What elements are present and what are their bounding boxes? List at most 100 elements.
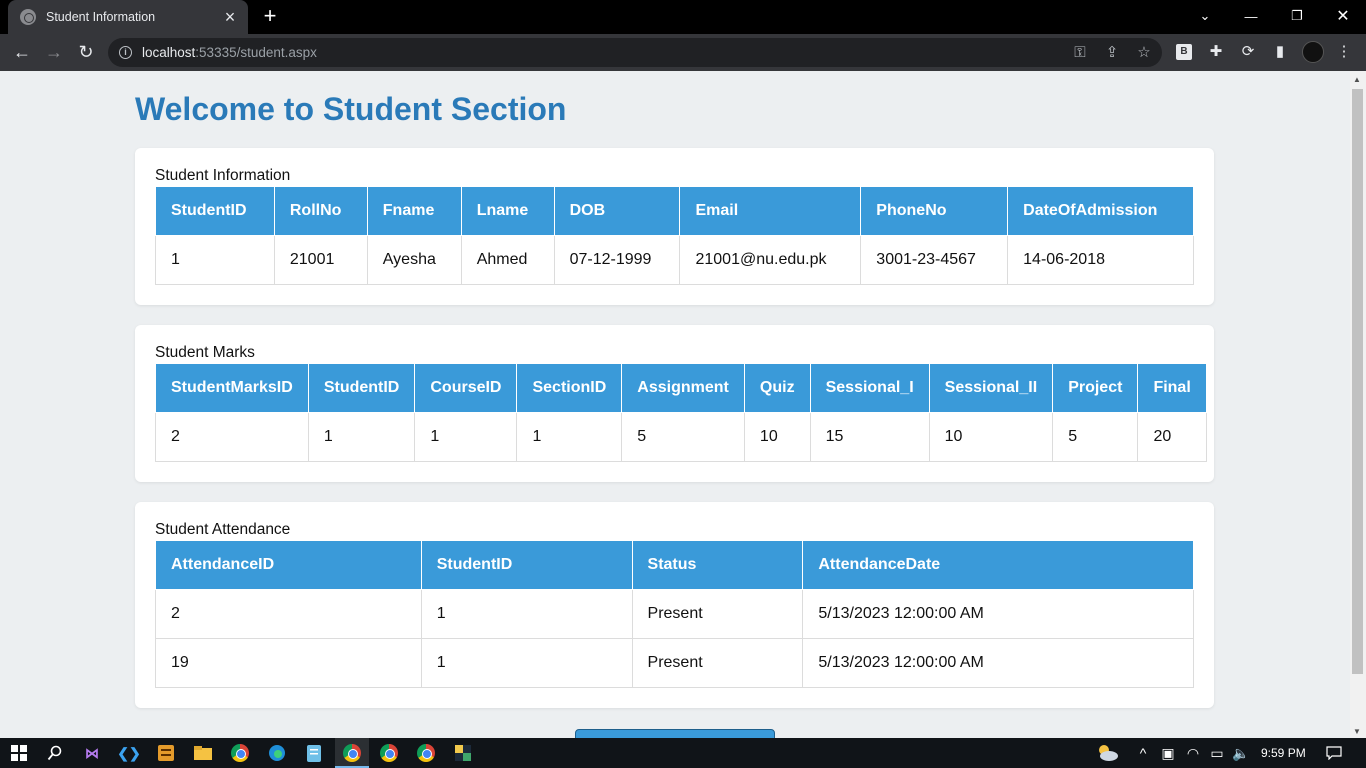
globe-icon [20,9,36,25]
column-header: AttendanceID [155,540,422,590]
table-cell: 5/13/2023 12:00:00 AM [802,638,1194,688]
visual-studio-icon[interactable]: ⋈ [82,743,102,763]
table-cell: 10 [743,412,811,462]
table-cell: 1 [155,235,275,285]
scrollbar-thumb[interactable] [1352,89,1363,674]
volume-icon[interactable]: 🔈 [1231,743,1251,763]
chrome-active-icon[interactable] [342,743,362,763]
side-panel-icon[interactable]: ▮ [1270,42,1290,62]
table-row: 19 1 Present 5/13/2023 12:00:00 AM [155,638,1194,688]
table-header-row: StudentMarksID StudentID CourseID Sectio… [155,363,1207,413]
table-cell: Ayesha [366,235,462,285]
battery-icon[interactable]: ▭ [1207,743,1227,763]
python-app-icon[interactable] [453,743,473,763]
table-cell: 21001@nu.edu.pk [679,235,862,285]
column-header: RollNo [273,186,368,236]
column-header: Final [1137,363,1207,413]
key-icon[interactable]: ⚿ [1070,43,1090,63]
table-cell: Present [631,589,804,639]
windows-start-icon[interactable] [9,743,29,763]
share-icon[interactable]: ⇪ [1102,43,1122,63]
close-window-button[interactable]: ✕ [1320,0,1366,32]
table-cell: 10 [928,412,1054,462]
table-cell: 14-06-2018 [1007,235,1194,285]
column-header: StudentID [155,186,275,236]
file-explorer-icon[interactable] [193,743,213,763]
column-header: StudentID [420,540,633,590]
column-header: Assignment [621,363,745,413]
student-marks-table: StudentMarksID StudentID CourseID Sectio… [155,363,1207,462]
scroll-down-icon[interactable]: ▼ [1353,727,1361,736]
table-cell: 5 [621,412,745,462]
site-info-icon[interactable]: i [119,46,132,59]
forward-icon[interactable]: → [43,42,65,64]
table-cell: 3001-23-4567 [860,235,1009,285]
student-marks-caption: Student Marks [155,344,255,361]
profile-avatar[interactable] [1302,41,1324,63]
minimize-button[interactable]: — [1228,0,1274,32]
student-attendance-caption: Student Attendance [155,521,291,538]
column-header: Status [631,540,804,590]
new-tab-button[interactable]: + [258,5,282,27]
table-header-row: StudentID RollNo Fname Lname DOB Email P… [155,186,1194,236]
wifi-icon[interactable]: ◠ [1183,743,1203,763]
notifications-icon[interactable] [1324,743,1344,763]
table-cell: 5 [1052,412,1139,462]
table-cell: Ahmed [460,235,555,285]
page-title: Welcome to Student Section [135,91,567,127]
extensions-puzzle-icon[interactable]: ✚ [1206,42,1226,62]
table-cell: 15 [809,412,930,462]
address-bar[interactable]: i localhost:53335/student.aspx ⚿ ⇪ ☆ [108,38,1162,67]
column-header: StudentMarksID [155,363,309,413]
browser-toolbar: ← → ↻ i localhost:53335/student.aspx ⚿ ⇪… [0,34,1366,71]
table-cell: 1 [420,638,633,688]
table-row: 2 1 1 1 5 10 15 10 5 20 [155,412,1207,462]
column-header: Sessional_II [928,363,1054,413]
notepad-icon[interactable] [304,743,324,763]
bookmark-star-icon[interactable]: ☆ [1134,43,1154,63]
student-attendance-card: Student Attendance AttendanceID StudentI… [135,502,1214,708]
close-tab-icon[interactable]: × [222,8,238,26]
show-hidden-icons-chevron-icon[interactable]: ^ [1133,743,1153,763]
chrome-icon[interactable] [230,743,250,763]
windows-taskbar: ⋈ ❮❯ ^ ▣ ◠ ▭ 🔈 9:59 PM [0,738,1366,768]
browser-tab[interactable]: Student Information × [8,0,248,34]
app-grid-icon[interactable] [156,743,176,763]
extension-b-icon[interactable]: B [1176,44,1192,60]
student-info-card: Student Information StudentID RollNo Fna… [135,148,1214,305]
partially-visible-button[interactable] [575,729,775,738]
monitor-icon[interactable]: ▣ [1158,743,1178,763]
table-cell: 21001 [273,235,368,285]
weather-icon[interactable] [1095,743,1119,763]
column-header: AttendanceDate [802,540,1194,590]
table-cell: 07-12-1999 [553,235,681,285]
more-menu-icon[interactable]: ⋮ [1334,42,1354,62]
edge-icon[interactable] [267,743,287,763]
column-header: DOB [553,186,681,236]
chrome-window-icon[interactable] [416,743,436,763]
search-icon[interactable] [45,743,65,763]
table-header-row: AttendanceID StudentID Status Attendance… [155,540,1194,590]
scroll-up-icon[interactable]: ▲ [1353,75,1361,84]
chrome-profile-icon[interactable] [379,743,399,763]
column-header: StudentID [307,363,416,413]
reload-icon[interactable]: ↻ [75,42,97,64]
student-info-table: StudentID RollNo Fname Lname DOB Email P… [155,186,1194,285]
column-header: Fname [366,186,462,236]
restore-button[interactable]: ❐ [1274,0,1320,32]
column-header: Email [679,186,862,236]
table-cell: 1 [307,412,416,462]
tab-search-icon[interactable]: ⌄ [1182,0,1228,32]
table-row: 1 21001 Ayesha Ahmed 07-12-1999 21001@nu… [155,235,1194,285]
page-scrollbar[interactable]: ▲ ▼ [1350,71,1366,738]
back-icon[interactable]: ← [11,42,33,64]
tab-title: Student Information [46,10,156,24]
table-cell: 2 [155,589,422,639]
taskbar-clock[interactable]: 9:59 PM [1261,746,1306,760]
table-cell: 1 [414,412,518,462]
sync-icon[interactable]: ⟳ [1238,42,1258,62]
url-text: localhost:53335/student.aspx [142,45,317,60]
column-header: SectionID [516,363,623,413]
table-cell: Present [631,638,804,688]
vscode-icon[interactable]: ❮❯ [117,743,140,763]
